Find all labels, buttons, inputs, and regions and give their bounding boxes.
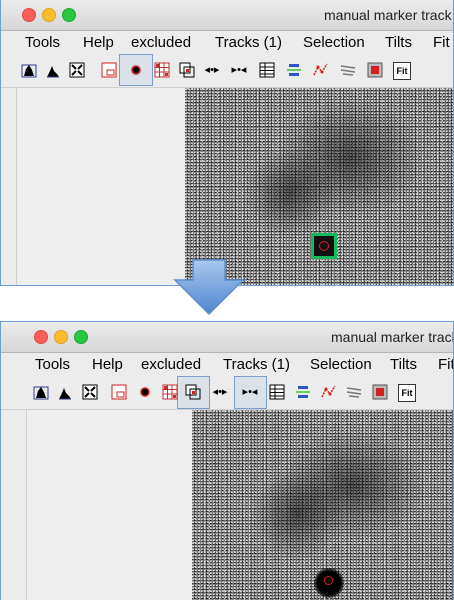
overlay-icon[interactable] [179,62,195,78]
fit-icon[interactable]: Fit [393,62,411,80]
menu-bar: Tools Help excluded Tracks (1) Selection… [1,353,453,377]
align-icon[interactable] [286,62,302,78]
grid-icon[interactable] [154,62,170,78]
zoom-window-button[interactable] [62,8,76,22]
region-icon[interactable] [101,62,117,78]
menu-help[interactable]: Help [83,34,114,51]
expand-horizontal-icon[interactable]: ◂•▸ [212,384,228,400]
histogram-filled-icon[interactable] [57,384,73,400]
fit-to-window-icon[interactable] [69,62,85,78]
grid-icon[interactable] [162,384,178,400]
toolbar: ◂•▸ ▸•◂ Fit [1,54,453,88]
tomogram-image[interactable] [185,88,453,285]
window-title: manual marker track [324,7,452,23]
menu-tracks[interactable]: Tracks (1) [215,34,282,51]
table-icon[interactable] [259,62,275,78]
marker-selection-box[interactable] [311,233,337,259]
menu-tools[interactable]: Tools [25,34,60,51]
contract-horizontal-icon[interactable]: ▸•◂ [242,384,258,400]
side-panel [26,410,192,600]
menu-fit[interactable]: Fit [438,356,453,373]
menu-bar: Tools Help excluded Tracks (1) Selection… [1,31,453,55]
screenshot-after: manual marker track Tools Help excluded … [0,321,454,600]
table-icon[interactable] [269,384,285,400]
menu-excluded[interactable]: excluded [141,356,201,373]
dark-region [252,470,342,560]
close-window-button[interactable] [34,330,48,344]
menu-tracks[interactable]: Tracks (1) [223,356,290,373]
lines-icon[interactable] [346,384,362,400]
window-titlebar: manual marker track [1,0,453,31]
minimize-window-button[interactable] [42,8,56,22]
marker-dot-icon[interactable] [128,62,144,78]
menu-excluded[interactable]: excluded [131,34,191,51]
menu-tilts[interactable]: Tilts [385,34,412,51]
contract-horizontal-icon[interactable]: ▸•◂ [231,62,247,78]
track-path-icon[interactable] [313,62,329,78]
track-path-icon[interactable] [321,384,337,400]
menu-help[interactable]: Help [92,356,123,373]
histogram-filled-icon[interactable] [45,62,61,78]
menu-fit[interactable]: Fit [433,34,450,51]
dark-region [245,148,335,238]
red-square-icon[interactable] [367,62,383,78]
side-panel [16,88,185,285]
screenshot-before: manual marker track Tools Help excluded … [0,0,454,286]
menu-selection[interactable]: Selection [303,34,365,51]
menu-tilts[interactable]: Tilts [390,356,417,373]
region-icon[interactable] [111,384,127,400]
marker-point[interactable] [314,568,344,598]
close-window-button[interactable] [22,8,36,22]
fit-icon[interactable]: Fit [398,384,416,402]
align-icon[interactable] [295,384,311,400]
red-square-icon[interactable] [372,384,388,400]
tomogram-image[interactable] [192,410,453,600]
toolbar: ◂•▸ ▸•◂ Fit [1,376,453,410]
fit-to-window-icon[interactable] [82,384,98,400]
minimize-window-button[interactable] [54,330,68,344]
window-title: manual marker track [331,329,454,345]
window-titlebar: manual marker track [1,322,453,353]
menu-tools[interactable]: Tools [35,356,70,373]
zoom-window-button[interactable] [74,330,88,344]
menu-selection[interactable]: Selection [310,356,372,373]
overlay-icon[interactable] [185,384,201,400]
expand-horizontal-icon[interactable]: ◂•▸ [204,62,220,78]
histogram-icon[interactable] [21,62,37,78]
marker-center [324,576,333,585]
marker-dot-icon[interactable] [137,384,153,400]
marker-point [319,241,329,251]
lines-icon[interactable] [340,62,356,78]
transition-arrow-icon [173,259,245,316]
histogram-icon[interactable] [33,384,49,400]
